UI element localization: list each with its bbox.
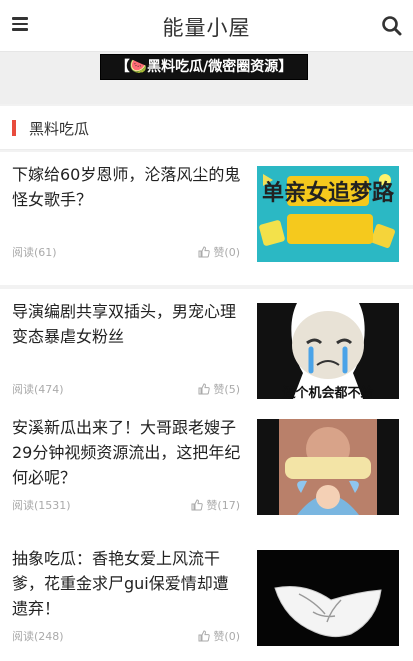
article-item[interactable]: 安溪新瓜出来了！大哥跟老嫂子29分钟视频资源流出，这把年纪何必呢？ 阅读(153…	[0, 405, 413, 538]
article-meta: 阅读(248) 赞(0)	[12, 628, 244, 644]
article-meta: 阅读(61) 赞(0)	[12, 244, 244, 260]
section-title: 黑料吃瓜	[29, 120, 90, 138]
article-thumbnail[interactable]: 单亲女追梦路	[257, 166, 399, 262]
thumbs-up-icon	[191, 499, 204, 511]
banner-area: 【🍉黑料吃瓜/微密圈资源】	[0, 52, 413, 104]
like-button[interactable]: 赞(17)	[191, 497, 240, 513]
like-button[interactable]: 赞(0)	[198, 628, 240, 644]
article-title[interactable]: 导演编剧共享双插头，男宠心理变态暴虐女粉丝	[12, 299, 244, 349]
thumbnail-caption: 连个机会都不给	[282, 385, 373, 399]
like-count: 赞(0)	[213, 630, 240, 643]
read-count: 阅读(248)	[12, 630, 64, 643]
like-button[interactable]: 赞(0)	[198, 244, 240, 260]
article-title[interactable]: 下嫁给60岁恩师，沦落风尘的鬼怪女歌手？	[12, 162, 244, 212]
article-title[interactable]: 抽象吃瓜：香艳女爱上风流干爹，花重金求尸gui保爱情却遭遗弃！	[12, 546, 244, 621]
like-count: 赞(17)	[206, 499, 240, 512]
search-icon[interactable]	[379, 13, 405, 39]
article-thumbnail[interactable]: 连个机会都不给	[257, 303, 399, 399]
article-item[interactable]: 抽象吃瓜：香艳女爱上风流干爹，花重金求尸gui保爱情却遭遗弃！ 阅读(248) …	[0, 536, 413, 661]
section-accent-bar	[12, 120, 16, 136]
article-item[interactable]: 导演编剧共享双插头，男宠心理变态暴虐女粉丝 阅读(474) 赞(5) 连个机会都…	[0, 289, 413, 422]
section-header: 黑料吃瓜	[0, 106, 413, 150]
like-count: 赞(5)	[213, 383, 240, 396]
read-count: 阅读(1531)	[12, 499, 71, 512]
article-title[interactable]: 安溪新瓜出来了！大哥跟老嫂子29分钟视频资源流出，这把年纪何必呢？	[12, 415, 244, 490]
page-title: 能量小屋	[162, 16, 251, 40]
article-item[interactable]: 下嫁给60岁恩师，沦落风尘的鬼怪女歌手？ 阅读(61) 赞(0) 单亲女追梦路	[0, 152, 413, 285]
like-button[interactable]: 赞(5)	[198, 381, 240, 397]
promo-banner-text: 【🍉黑料吃瓜/微密圈资源】	[115, 59, 293, 75]
article-meta: 阅读(474) 赞(5)	[12, 381, 244, 397]
read-count: 阅读(474)	[12, 383, 64, 396]
thumbs-up-icon	[198, 630, 211, 642]
top-bar: 能量小屋	[0, 0, 413, 52]
thumbs-up-icon	[198, 383, 211, 395]
article-thumbnail[interactable]	[257, 419, 399, 515]
read-count: 阅读(61)	[12, 246, 57, 259]
thumbnail-text-1: 单亲女追梦路	[262, 180, 395, 206]
article-thumbnail[interactable]	[257, 550, 399, 646]
article-meta: 阅读(1531) 赞(17)	[12, 497, 244, 513]
promo-banner[interactable]: 【🍉黑料吃瓜/微密圈资源】	[100, 54, 308, 80]
like-count: 赞(0)	[213, 246, 240, 259]
thumbs-up-icon	[198, 246, 211, 258]
